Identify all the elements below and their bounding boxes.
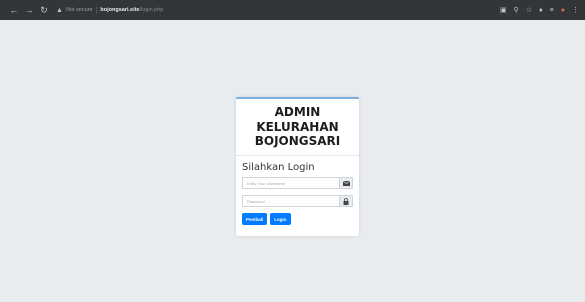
zoom-icon[interactable]: ⚲ bbox=[514, 6, 519, 14]
username-input[interactable] bbox=[242, 177, 339, 189]
card-header: ADMIN KELURAHAN BOJONGSARI bbox=[236, 99, 359, 156]
envelope-icon bbox=[339, 177, 353, 189]
url-path: /login.php bbox=[139, 7, 164, 13]
card-body: Silahkan Login Pembali Login bbox=[236, 156, 359, 225]
reset-button[interactable]: Pembali bbox=[242, 213, 268, 225]
reading-list-icon[interactable]: ≡ bbox=[550, 7, 554, 14]
login-subtitle: Silahkan Login bbox=[242, 162, 315, 173]
lock-icon bbox=[339, 195, 353, 207]
menu-icon[interactable]: ⋮ bbox=[572, 6, 579, 14]
title-line: BOJONGSARI bbox=[254, 134, 341, 149]
title-line: ADMIN bbox=[274, 105, 321, 120]
page-title: ADMIN KELURAHAN BOJONGSARI bbox=[255, 105, 341, 149]
profile-icon[interactable]: ● bbox=[561, 7, 565, 14]
password-group bbox=[242, 195, 353, 207]
address-bar[interactable]: ▲ Not secure | bojongsari.site /login.ph… bbox=[56, 4, 482, 16]
password-input[interactable] bbox=[242, 195, 339, 207]
login-card: ADMIN KELURAHAN BOJONGSARI Silahkan Logi… bbox=[236, 97, 359, 236]
extension-icon[interactable]: ♦ bbox=[539, 7, 543, 14]
back-icon[interactable]: ← bbox=[8, 0, 20, 20]
warning-icon: ▲ bbox=[56, 6, 63, 14]
browser-toolbar: ← → ↻ ▲ Not secure | bojongsari.site /lo… bbox=[0, 0, 585, 20]
url-host: bojongsari.site bbox=[100, 7, 140, 13]
security-label: Not secure bbox=[65, 7, 93, 13]
login-button[interactable]: Login bbox=[270, 213, 291, 225]
translate-icon[interactable]: ▣ bbox=[500, 6, 507, 14]
button-row: Pembali Login bbox=[242, 213, 353, 225]
title-line: KELURAHAN bbox=[256, 119, 339, 134]
url-separator: | bbox=[95, 6, 98, 14]
username-group bbox=[242, 177, 353, 189]
extension-area: ▣ ⚲ ☆ ♦ ≡ ● ⋮ bbox=[493, 0, 579, 20]
star-icon[interactable]: ☆ bbox=[526, 6, 532, 14]
reload-icon[interactable]: ↻ bbox=[38, 0, 50, 20]
forward-icon[interactable]: → bbox=[23, 0, 35, 20]
